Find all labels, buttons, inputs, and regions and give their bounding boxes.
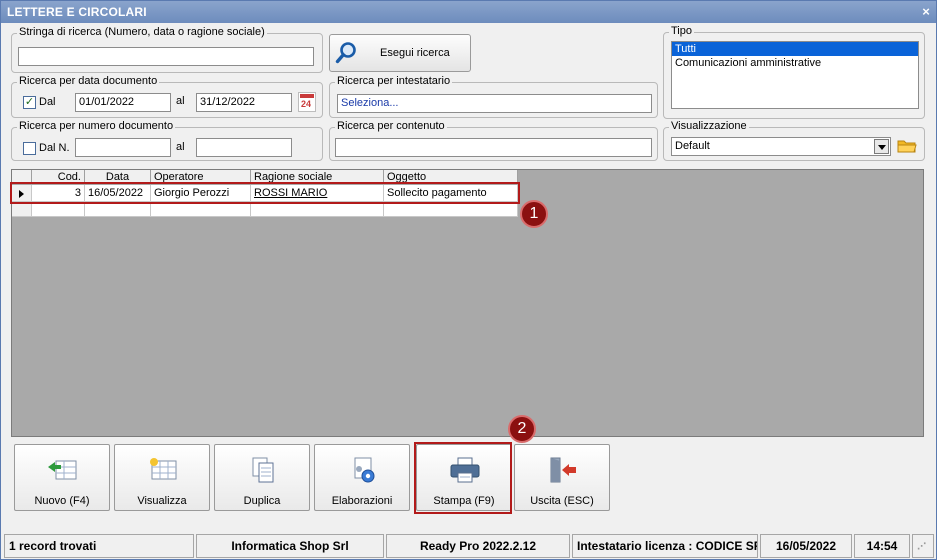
content-search-group: Ricerca per contenuto (329, 120, 658, 161)
content-search-input[interactable] (335, 138, 652, 157)
tipo-option-comunicazioni[interactable]: Comunicazioni amministrative (672, 56, 918, 70)
search-button-label: Esegui ricerca (380, 47, 450, 59)
status-date: 16/05/2022 (760, 534, 852, 558)
folder-icon[interactable] (897, 137, 917, 155)
processing-button[interactable]: Elaborazioni (314, 444, 410, 511)
holder-search-group: Ricerca per intestatario Seleziona... (329, 75, 658, 118)
duplicate-button-label: Duplica (243, 495, 281, 507)
exit-door-icon (550, 457, 576, 483)
date-dal-checkbox[interactable]: ✓ (23, 96, 36, 109)
window-title: LETTERE E CIRCOLARI (7, 5, 147, 19)
tipo-listbox[interactable]: Tutti Comunicazioni amministrative (671, 41, 919, 109)
exit-button[interactable]: Uscita (ESC) (514, 444, 610, 511)
number-from-input[interactable] (75, 138, 171, 157)
number-to-input[interactable] (196, 138, 292, 157)
view-button-label: Visualizza (137, 495, 187, 507)
callout-highlight-row (10, 182, 520, 204)
processing-button-label: Elaborazioni (331, 495, 393, 507)
date-from-input[interactable]: 01/01/2022 (75, 93, 171, 112)
status-bar: 1 record trovati Informatica Shop Srl Re… (4, 534, 934, 558)
number-dal-checkbox[interactable] (23, 142, 36, 155)
date-al-label: al (176, 95, 185, 107)
visualizzazione-label: Visualizzazione (669, 120, 749, 132)
tipo-option-tutti[interactable]: Tutti (672, 42, 918, 56)
view-button[interactable]: Visualizza (114, 444, 210, 511)
close-icon[interactable]: × (922, 1, 930, 23)
status-license: Intestatario licenza : CODICE SRL (572, 534, 758, 558)
calendar-icon[interactable]: 24 (298, 92, 316, 112)
search-string-input[interactable] (18, 47, 314, 66)
duplicate-icon (252, 457, 274, 483)
tipo-label: Tipo (669, 25, 694, 37)
empty-row-indicator (12, 202, 32, 217)
empty-cell (384, 202, 518, 217)
status-version: Ready Pro 2022.2.12 (386, 534, 570, 558)
new-document-icon (48, 460, 77, 480)
search-button[interactable]: Esegui ricerca (329, 34, 471, 72)
exit-button-label: Uscita (ESC) (530, 495, 594, 507)
holder-select-input[interactable]: Seleziona... (337, 94, 652, 113)
holder-search-label: Ricerca per intestatario (335, 75, 453, 87)
new-button[interactable]: Nuovo (F4) (14, 444, 110, 511)
content-search-label: Ricerca per contenuto (335, 120, 447, 132)
chevron-down-icon[interactable] (874, 139, 889, 154)
visualizzazione-select[interactable]: Default (671, 137, 891, 156)
results-grid: Cod. Data Operatore Ragione sociale Ogge… (11, 169, 924, 437)
gear-document-icon (354, 457, 375, 483)
empty-cell (251, 202, 384, 217)
search-string-group: Stringa di ricerca (Numero, data o ragio… (11, 26, 323, 73)
duplicate-button[interactable]: Duplica (214, 444, 310, 511)
title-bar: LETTERE E CIRCOLARI × (1, 1, 936, 23)
callout-badge-2: 2 (508, 415, 536, 443)
number-search-group: Ricerca per numero documento Dal N. al (11, 120, 323, 161)
resize-grip-icon[interactable]: ⋰ (912, 534, 934, 558)
view-grid-icon (150, 458, 177, 480)
search-string-label: Stringa di ricerca (Numero, data o ragio… (17, 26, 267, 38)
status-time: 14:54 (854, 534, 910, 558)
magnifier-icon (335, 42, 356, 64)
empty-cell (32, 202, 85, 217)
date-search-group: Ricerca per data documento ✓ Dal 01/01/2… (11, 75, 323, 118)
number-al-label: al (176, 141, 185, 153)
new-button-label: Nuovo (F4) (34, 495, 90, 507)
status-records: 1 record trovati (4, 534, 194, 558)
callout-badge-1: 1 (520, 200, 548, 228)
number-dal-label: Dal N. (39, 142, 70, 154)
visualizzazione-value: Default (675, 140, 710, 152)
number-search-label: Ricerca per numero documento (17, 120, 176, 132)
empty-cell (85, 202, 151, 217)
date-search-label: Ricerca per data documento (17, 75, 160, 87)
letters-window: LETTERE E CIRCOLARI × Stringa di ricerca… (0, 0, 937, 560)
callout-highlight-print (414, 442, 512, 514)
date-dal-label: Dal (39, 96, 56, 108)
status-company: Informatica Shop Srl (196, 534, 384, 558)
empty-cell (151, 202, 251, 217)
date-to-input[interactable]: 31/12/2022 (196, 93, 292, 112)
